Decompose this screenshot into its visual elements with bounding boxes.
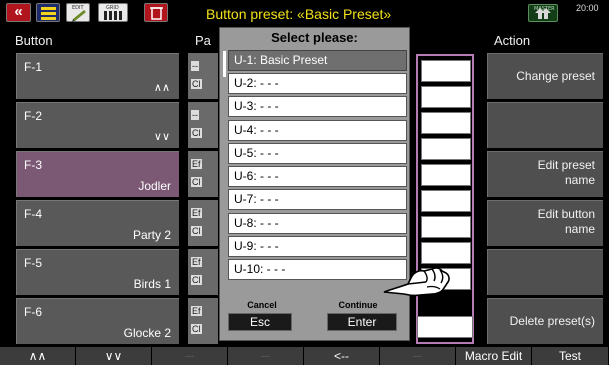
header-button: Button (15, 33, 53, 48)
preset-field[interactable] (421, 60, 471, 82)
clock: 20:00 (576, 3, 599, 13)
param-cell[interactable]: Ef Cl (188, 298, 218, 344)
preset-option[interactable]: U-4: - - - (228, 120, 407, 141)
back-glyph: « (14, 3, 23, 20)
button-f2[interactable]: F-2 ∨∨ (16, 102, 179, 148)
button-id: F-4 (24, 207, 42, 221)
disabled-nav-button: --- (152, 347, 228, 365)
preset-option[interactable]: U-8: - - - (228, 213, 407, 234)
change-preset-button[interactable]: Change preset (487, 53, 603, 99)
button-id: F-5 (24, 256, 42, 270)
param-cell[interactable]: -- Cl (188, 102, 218, 148)
cancel-button[interactable]: Esc (228, 313, 292, 331)
button-id: F-1 (24, 60, 42, 74)
preset-option[interactable]: U-10: - - - (228, 259, 407, 280)
page-up-button[interactable]: ∧∧ (0, 347, 76, 365)
page-title: Button preset: «Basic Preset» (206, 6, 392, 22)
button-id: F-6 (24, 305, 42, 319)
preset-option[interactable]: U-9: - - - (228, 236, 407, 257)
param-top: Ef (191, 306, 202, 316)
grid-icon[interactable]: GRID (98, 3, 128, 22)
trash-icon[interactable] (144, 3, 168, 22)
preset-field[interactable] (421, 190, 471, 212)
master-icon[interactable]: MASTER (528, 4, 558, 22)
preset-option[interactable]: U-5: - - - (228, 143, 407, 164)
param-top: -- (191, 110, 199, 120)
param-top: Ef (191, 159, 202, 169)
button-f1[interactable]: F-1 ∧∧ (16, 53, 179, 99)
action-label: Change preset (516, 69, 595, 83)
disabled-nav-button: --- (380, 347, 456, 365)
param-top: Ef (191, 257, 202, 267)
pointing-hand-icon (383, 267, 450, 297)
registration-bars-icon[interactable] (36, 3, 60, 22)
edit-pencil-icon (72, 10, 86, 22)
button-f4[interactable]: F-4 Party 2 (16, 200, 179, 246)
param-cell[interactable]: Ef Cl (188, 200, 218, 246)
preset-field[interactable] (421, 138, 471, 160)
param-cell[interactable]: -- Cl (188, 53, 218, 99)
action-label: Delete preset(s) (509, 314, 595, 328)
preset-field[interactable] (417, 316, 473, 338)
button-name: Jodler (138, 179, 171, 193)
header-param: Pa (195, 33, 211, 48)
param-bottom: Cl (191, 177, 202, 187)
edit-preset-name-button[interactable]: Edit preset name (487, 151, 603, 197)
button-f6[interactable]: F-6 Glocke 2 (16, 298, 179, 344)
preset-option[interactable]: U-6: - - - (228, 166, 407, 187)
button-name: Glocke 2 (123, 326, 171, 340)
continue-button[interactable]: Enter (327, 313, 397, 331)
preset-field[interactable] (421, 164, 471, 186)
dialog-title: Select please: (271, 30, 358, 45)
param-bottom: Cl (191, 79, 202, 89)
preset-field[interactable] (421, 112, 471, 134)
page-down-button[interactable]: ∨∨ (76, 347, 152, 365)
chevron-up-double-icon: ∧∧ (153, 82, 170, 94)
button-name: Birds 1 (133, 277, 171, 291)
scroll-indicator[interactable] (223, 51, 226, 77)
action-label: Edit button name (537, 207, 595, 236)
edit-button-name-button[interactable]: Edit button name (487, 200, 603, 246)
param-top: Ef (191, 208, 202, 218)
button-f3[interactable]: F-3 Jodler (16, 151, 179, 197)
param-bottom: Cl (191, 226, 202, 236)
action-empty-button[interactable] (487, 102, 603, 148)
disabled-nav-button: --- (228, 347, 304, 365)
test-button[interactable]: Test (532, 347, 609, 365)
button-id: F-3 (24, 158, 42, 172)
chevron-down-double-icon: ∨∨ (153, 131, 170, 143)
action-empty-button[interactable] (487, 249, 603, 295)
back-icon[interactable]: « (6, 3, 31, 22)
param-cell[interactable]: Ef Cl (188, 151, 218, 197)
preset-field[interactable] (421, 242, 471, 264)
master-arrows-icon (535, 8, 551, 19)
grid-bars-icon (104, 11, 122, 20)
button-name: Party 2 (132, 228, 171, 242)
preset-option-selected[interactable]: U-1: Basic Preset (228, 50, 407, 71)
delete-presets-button[interactable]: Delete preset(s) (487, 298, 603, 344)
continue-label: Continue (338, 300, 378, 310)
param-bottom: Cl (191, 324, 202, 334)
preset-option[interactable]: U-2: - - - (228, 73, 407, 94)
action-label: Edit preset name (537, 158, 595, 187)
preset-option[interactable]: U-3: - - - (228, 96, 407, 117)
header-action: Action (494, 33, 531, 48)
edit-icon[interactable]: EDIT (66, 3, 90, 22)
param-cell[interactable]: Ef Cl (188, 249, 218, 295)
macro-edit-button[interactable]: Macro Edit (456, 347, 532, 365)
preset-field[interactable] (421, 86, 471, 108)
cancel-label: Cancel (247, 300, 277, 310)
preset-option[interactable]: U-7: - - - (228, 189, 407, 210)
trash-glyph (150, 7, 163, 20)
preset-field[interactable] (421, 216, 471, 238)
param-bottom: Cl (191, 128, 202, 138)
top-bar: « EDIT GRID Button preset: «Basic Preset… (0, 0, 609, 26)
button-f5[interactable]: F-5 Birds 1 (16, 249, 179, 295)
param-bottom: Cl (191, 275, 202, 285)
button-id: F-2 (24, 109, 42, 123)
back-arrow-button[interactable]: <-- (304, 347, 380, 365)
param-top: -- (191, 61, 199, 71)
